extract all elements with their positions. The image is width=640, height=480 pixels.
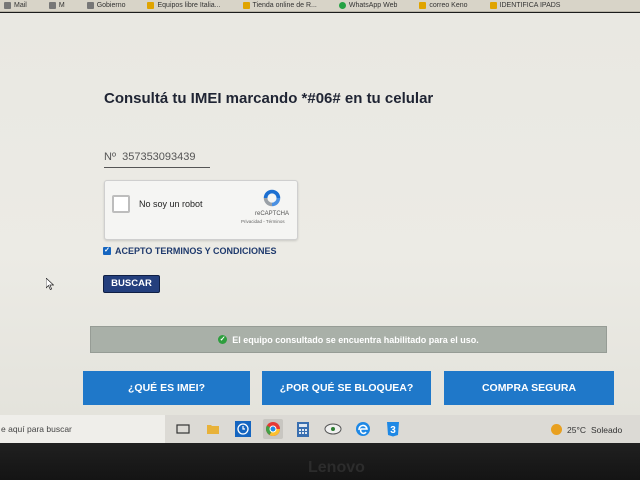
terms-checkbox[interactable]: ✓ (103, 247, 111, 255)
bookmark-equipos[interactable]: Equipos libre Italia... (147, 2, 221, 9)
bookmark-tienda[interactable]: Tienda online de R... (242, 2, 317, 9)
network-icon[interactable] (323, 419, 343, 439)
why-blocked-button[interactable]: ¿POR QUÉ SE BLOQUEA? (262, 371, 431, 405)
check-circle-icon: ✓ (218, 335, 228, 344)
weather-text: Soleado (591, 424, 623, 435)
folder-icon (147, 2, 155, 9)
bookmark-ipads[interactable]: IDENTIFICA IPADS (489, 2, 560, 9)
status-message-bar: ✓ El equipo consultado se encuentra habi… (90, 326, 607, 353)
task-view-icon[interactable] (173, 419, 193, 439)
imei-input[interactable]: Nº 357353093439 (104, 151, 210, 168)
imei-check-page: Consultá tu IMEI marcando *#06# en tu ce… (0, 13, 640, 415)
recaptcha-widget: No soy un robot reCAPTCHA Privacidad - T… (104, 180, 298, 240)
imei-value: 357353093439 (122, 151, 196, 163)
taskbar: e aquí para buscar 3 25°C Soleado (0, 415, 640, 443)
imei-prefix: Nº (104, 151, 116, 163)
weather-widget[interactable]: 25°C Soleado (551, 424, 622, 435)
bookmark-whatsapp[interactable]: WhatsApp Web (338, 2, 397, 9)
bookmark-correo[interactable]: correo Keno (419, 2, 468, 9)
calculator-icon[interactable] (293, 419, 313, 439)
recaptcha-checkbox[interactable] (112, 195, 130, 213)
recaptcha-label: No soy un robot (139, 199, 203, 209)
whatsapp-icon (338, 2, 346, 9)
terms-label: ACEPTO TERMINOS Y CONDICIONES (115, 246, 277, 256)
app-3-icon[interactable]: 3 (383, 419, 403, 439)
taskbar-search-input[interactable]: e aquí para buscar (0, 415, 165, 443)
folder-icon (419, 2, 427, 9)
weather-temp: 25°C (567, 424, 586, 435)
sun-icon (551, 424, 562, 435)
terms-checkbox-row[interactable]: ✓ ACEPTO TERMINOS Y CONDICIONES (103, 246, 277, 256)
bookmark-mail[interactable]: Mail (4, 2, 27, 9)
device-brand-logo: Lenovo (308, 459, 365, 476)
folder-icon (242, 2, 250, 9)
search-button[interactable]: BUSCAR (103, 275, 160, 293)
bookmarks-bar: Mail M Gobierno Equipos libre Italia... … (0, 0, 640, 12)
recaptcha-icon (263, 189, 281, 207)
edge-icon[interactable] (353, 419, 373, 439)
bookmark-icon (86, 2, 94, 9)
recaptcha-links[interactable]: Privacidad - Términos (241, 219, 285, 224)
what-is-imei-button[interactable]: ¿QUÉ ES IMEI? (83, 371, 250, 405)
gmail-icon (48, 2, 56, 9)
bookmark-gobierno[interactable]: Gobierno (86, 2, 125, 9)
status-message: El equipo consultado se encuentra habili… (232, 334, 479, 345)
folder-icon[interactable] (203, 419, 223, 439)
svg-text:3: 3 (390, 425, 396, 436)
folder-icon (489, 2, 497, 9)
mouse-cursor-icon (46, 278, 54, 290)
recaptcha-brand: reCAPTCHA (255, 211, 290, 217)
bookmark-m[interactable]: M (48, 2, 65, 9)
chrome-icon[interactable] (263, 419, 283, 439)
page-title: Consultá tu IMEI marcando *#06# en tu ce… (104, 90, 434, 107)
mail-icon (4, 2, 11, 9)
safe-purchase-button[interactable]: COMPRA SEGURA (444, 371, 614, 405)
clock-app-icon[interactable] (233, 419, 253, 439)
